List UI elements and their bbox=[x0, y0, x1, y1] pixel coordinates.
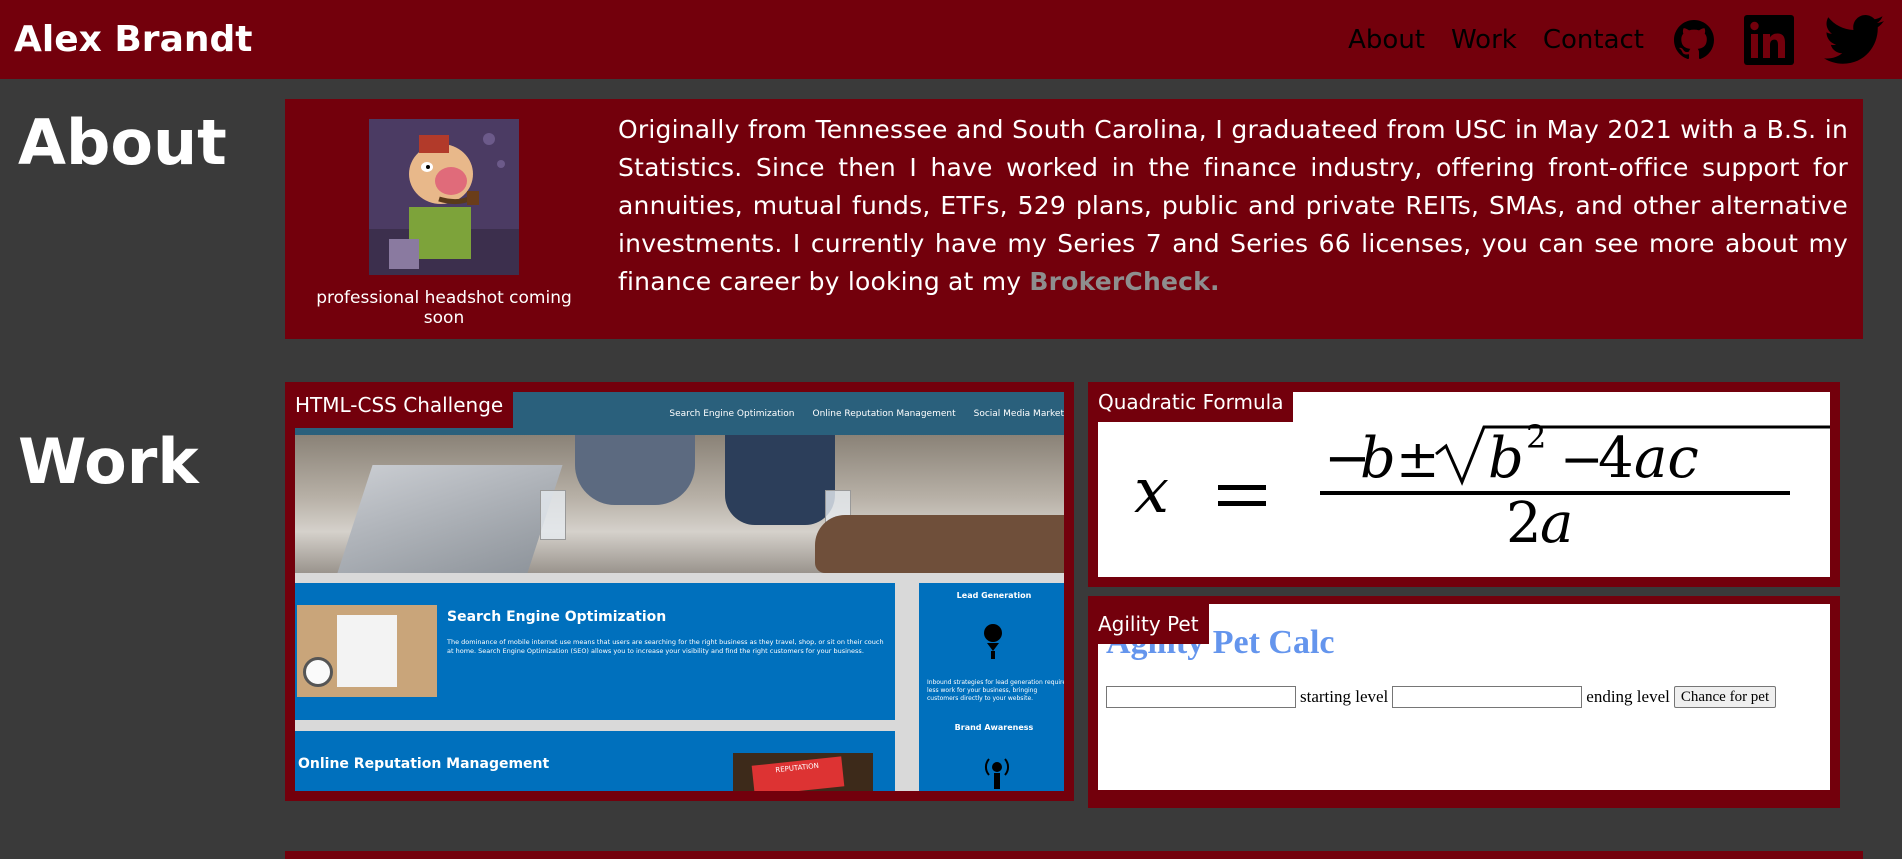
shot-seo-title: Search Engine Optimization bbox=[447, 609, 667, 625]
project-card-agility[interactable]: Agility Pet Calc starting level ending l… bbox=[1088, 596, 1840, 808]
about-card: professional headshot coming soon Origin… bbox=[285, 99, 1863, 339]
headshot-caption: professional headshot coming soon bbox=[316, 288, 572, 328]
contact-card-edge bbox=[285, 851, 1863, 859]
about-text: Originally from Tennessee and South Caro… bbox=[618, 115, 1848, 296]
ending-level-label: ending level bbox=[1586, 687, 1670, 706]
svg-text:x: x bbox=[1134, 454, 1169, 527]
starting-level-input[interactable] bbox=[1106, 686, 1296, 708]
shot-seo-section: Search Engine Optimization The dominance… bbox=[295, 583, 895, 720]
svg-text:b: b bbox=[1488, 426, 1524, 491]
about-heading: About bbox=[18, 106, 227, 179]
starting-level-label: starting level bbox=[1300, 687, 1389, 706]
svg-text:ac: ac bbox=[1634, 426, 1699, 491]
project-card-quadratic[interactable]: x − b ± b 2 − 4 ac 2 a Quadratic Formula bbox=[1088, 382, 1840, 587]
nav-contact-link[interactable]: Contact bbox=[1543, 25, 1644, 55]
brokercheck-link[interactable]: BrokerCheck. bbox=[1029, 267, 1219, 296]
shot-hero-image bbox=[295, 435, 1064, 573]
project-label: Agility Pet bbox=[1088, 604, 1209, 644]
shot-nav-item: Search Engine Optimization bbox=[669, 408, 795, 419]
shot-seo-image bbox=[297, 605, 437, 697]
svg-text:±: ± bbox=[1396, 430, 1440, 490]
site-brand[interactable]: Alex Brandt bbox=[14, 19, 252, 60]
lead-icon bbox=[984, 624, 1002, 659]
work-heading: Work bbox=[18, 425, 199, 498]
shot-side-heading: Brand Awareness bbox=[954, 723, 1034, 732]
shot-side-text: Inbound strategies for lead generation r… bbox=[927, 679, 1064, 702]
shot-orm-section: Online Reputation Management REPUTATION bbox=[295, 731, 895, 791]
nav-about-link[interactable]: About bbox=[1348, 25, 1425, 55]
svg-text:2: 2 bbox=[1526, 418, 1546, 456]
svg-text:4: 4 bbox=[1598, 426, 1634, 491]
project-label: Quadratic Formula bbox=[1088, 382, 1294, 422]
shot-orm-title: Online Reputation Management bbox=[298, 756, 550, 772]
svg-text:a: a bbox=[1540, 491, 1573, 556]
shot-sidebar: Lead Generation Inbound strategies for l… bbox=[919, 583, 1064, 791]
about-paragraph: Originally from Tennessee and South Caro… bbox=[618, 111, 1848, 301]
shot-orm-image: REPUTATION bbox=[733, 753, 873, 791]
shot-nav-item: Social Media Market bbox=[973, 408, 1064, 419]
twitter-icon[interactable] bbox=[1824, 14, 1884, 65]
project-label: HTML-CSS Challenge bbox=[285, 382, 514, 428]
linkedin-icon[interactable] bbox=[1744, 14, 1794, 65]
site-header: Alex Brandt About Work Contact bbox=[0, 0, 1902, 79]
github-icon[interactable] bbox=[1674, 19, 1714, 60]
shot-body: Search Engine Optimization The dominance… bbox=[295, 573, 1064, 791]
shot-nav-item: Online Reputation Management bbox=[812, 408, 956, 419]
headshot-image bbox=[369, 119, 519, 275]
main-nav: About Work Contact bbox=[1322, 0, 1884, 79]
project-card-html-css[interactable]: Search Engine Optimization Online Reputa… bbox=[285, 382, 1074, 801]
agility-form: starting level ending level Chance for p… bbox=[1106, 686, 1777, 708]
shot-orm-image-text: REPUTATION bbox=[751, 756, 845, 791]
nav-work-link[interactable]: Work bbox=[1451, 25, 1517, 55]
project-screenshot: Search Engine Optimization Online Reputa… bbox=[295, 392, 1064, 791]
shot-seo-text: The dominance of mobile internet use mea… bbox=[447, 638, 884, 655]
ending-level-input[interactable] bbox=[1392, 686, 1583, 708]
svg-text:b: b bbox=[1360, 426, 1396, 491]
brand-awareness-icon bbox=[985, 758, 1009, 789]
shot-side-heading: Lead Generation bbox=[956, 591, 1032, 600]
svg-text:2: 2 bbox=[1506, 491, 1542, 556]
chance-for-pet-button[interactable]: Chance for pet bbox=[1673, 686, 1777, 708]
